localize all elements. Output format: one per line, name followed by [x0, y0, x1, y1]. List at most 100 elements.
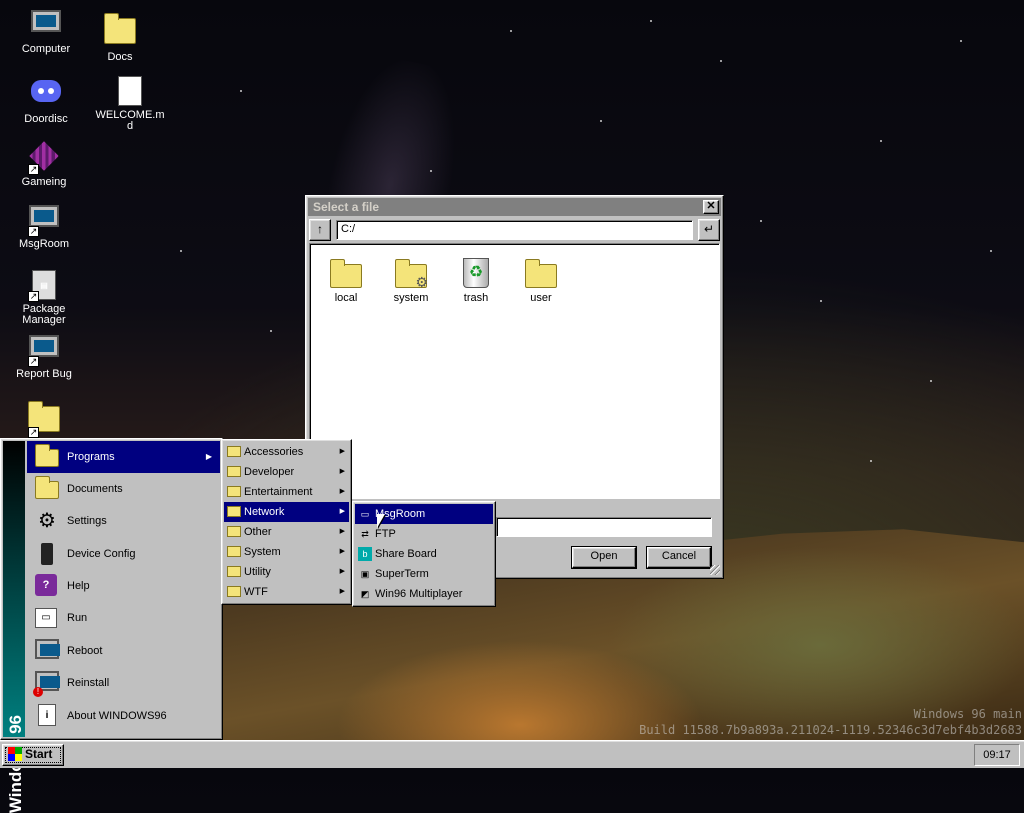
submenu-arrow-icon: ▶ — [339, 568, 345, 575]
start-item-settings[interactable]: ⚙ Settings — [27, 505, 220, 537]
package-manager-icon: ▤ ↗ — [28, 270, 60, 302]
go-button[interactable]: ↵ — [698, 219, 720, 241]
programs-item-label: Accessories — [244, 446, 304, 458]
start-item-label: Reinstall — [67, 677, 110, 689]
start-item-programs[interactable]: Programs ▶ — [27, 441, 220, 473]
programs-item-label: Other — [244, 526, 272, 538]
programs-item-network[interactable]: Network ▶ — [224, 502, 349, 522]
desktop-icon-package-manager[interactable]: ▤ ↗ Package Manager — [8, 270, 80, 326]
file-item-label: user — [530, 292, 552, 304]
start-item-run[interactable]: ▭ Run — [27, 602, 220, 634]
build-watermark: Windows 96 main Build 11588.7b9a893a.211… — [639, 706, 1022, 738]
folder-icon — [227, 486, 241, 497]
network-item-label: FTP — [375, 528, 396, 540]
computer-icon — [30, 10, 62, 42]
multiplayer-icon: ◩ — [360, 589, 370, 599]
folder-icon — [104, 13, 136, 50]
file-item-trash[interactable]: ♻ trash — [446, 256, 506, 304]
programs-submenu: Accessories ▶ Developer ▶ Entertainment ▶ N… — [221, 439, 352, 605]
start-item-help[interactable]: ? Help — [27, 570, 220, 602]
network-item-superterm[interactable]: ▣ SuperTerm — [355, 564, 493, 584]
cancel-button[interactable]: Cancel — [646, 546, 712, 569]
start-item-device-config[interactable]: Device Config — [27, 538, 220, 570]
folder-icon — [227, 506, 241, 517]
programs-item-label: Network — [244, 506, 285, 518]
start-item-reinstall[interactable]: ! Reinstall — [27, 667, 220, 699]
desktop-icon-welcome[interactable]: M↓ WELCOME.md — [94, 76, 166, 132]
close-button[interactable]: ✕ — [703, 200, 719, 214]
start-item-about[interactable]: i About WINDOWS96 — [27, 700, 220, 732]
windows-logo-icon — [8, 747, 22, 761]
desktop-icon-network-folder[interactable]: ↗ — [8, 400, 80, 440]
desktop-icon-gameing[interactable]: ↗ Gameing — [8, 140, 80, 188]
reboot-icon — [35, 639, 60, 663]
start-item-label: About WINDOWS96 — [67, 710, 167, 722]
folder-icon — [227, 546, 241, 557]
network-item-multiplayer[interactable]: ◩ Win96 Multiplayer — [355, 584, 493, 604]
desktop-icon-label: Computer — [21, 43, 71, 55]
desktop-icon-label: Package Manager — [22, 303, 66, 326]
programs-item-entertainment[interactable]: Entertainment ▶ — [224, 482, 349, 502]
dialog-titlebar[interactable]: Select a file ✕ — [308, 198, 721, 216]
programs-item-label: System — [244, 546, 281, 558]
file-item-system[interactable]: ⚙ system — [381, 256, 441, 304]
watermark-line-2: Build 11588.7b9a893a.211024-1119.52346c3… — [639, 723, 1022, 737]
start-item-label: Reboot — [67, 645, 103, 657]
folder-icon — [227, 446, 241, 457]
desktop-icon-label: Report Bug — [16, 368, 72, 380]
shortcut-arrow-icon: ↗ — [28, 427, 39, 438]
submenu-arrow-icon: ▶ — [205, 452, 212, 461]
desktop-icon-label: Docs — [107, 51, 133, 63]
submenu-arrow-icon: ▶ — [339, 508, 345, 515]
taskbar-clock[interactable]: 09:17 — [974, 744, 1020, 766]
folder-icon — [330, 259, 362, 288]
desktop-icon-doordisc[interactable]: Doordisc — [10, 75, 82, 125]
resize-grip[interactable] — [710, 565, 720, 575]
settings-icon: ⚙ — [38, 510, 56, 532]
programs-item-label: Utility — [244, 566, 271, 578]
run-icon: ▭ — [35, 606, 59, 630]
filename-input[interactable] — [496, 517, 712, 537]
path-input[interactable]: C:/ — [336, 220, 693, 240]
file-item-local[interactable]: local — [316, 256, 376, 304]
network-item-label: Win96 Multiplayer — [375, 588, 463, 600]
start-menu-banner-text-wrap: Windows 96 — [3, 615, 25, 813]
desktop-icon-docs[interactable]: Docs — [84, 12, 156, 63]
programs-item-accessories[interactable]: Accessories ▶ — [224, 442, 349, 462]
programs-item-other[interactable]: Other ▶ — [224, 522, 349, 542]
submenu-arrow-icon: ▶ — [339, 488, 345, 495]
start-item-reboot[interactable]: Reboot — [27, 635, 220, 667]
network-item-msgroom[interactable]: ▭ MsgRoom — [355, 504, 493, 524]
mouse-cursor-icon — [377, 514, 385, 528]
share-board-icon: b — [358, 547, 372, 561]
open-button[interactable]: Open — [571, 546, 637, 569]
desktop-icon-report-bug[interactable]: ↗ Report Bug — [8, 335, 80, 380]
start-button[interactable]: Start — [2, 744, 64, 766]
file-item-label: system — [393, 292, 429, 304]
discord-icon — [30, 80, 62, 112]
enter-arrow-icon: ↵ — [703, 222, 715, 236]
start-item-documents[interactable]: Documents — [27, 473, 220, 505]
submenu-arrow-icon: ▶ — [339, 468, 345, 475]
network-item-ftp[interactable]: ⇄ FTP — [355, 524, 493, 544]
watermark-line-1: Windows 96 main — [913, 707, 1022, 721]
msgroom-icon: ↗ — [28, 205, 60, 237]
start-item-label: Settings — [67, 515, 107, 527]
network-item-share-board[interactable]: b Share Board — [355, 544, 493, 564]
folder-icon — [227, 586, 241, 597]
desktop-icon-label: Gameing — [21, 176, 67, 188]
file-item-user[interactable]: user — [511, 256, 571, 304]
device-config-icon — [35, 542, 59, 566]
gear-icon: ⚙ — [415, 274, 428, 290]
programs-item-system[interactable]: System ▶ — [224, 542, 349, 562]
programs-item-label: WTF — [244, 586, 268, 598]
start-item-label: Programs — [67, 451, 115, 463]
programs-item-wtf[interactable]: WTF ▶ — [224, 582, 349, 602]
programs-item-utility[interactable]: Utility ▶ — [224, 562, 349, 582]
programs-item-developer[interactable]: Developer ▶ — [224, 462, 349, 482]
parent-folder-button[interactable]: ↑ — [309, 219, 331, 241]
about-icon: i — [35, 704, 59, 728]
desktop-icon-msgroom[interactable]: ↗ MsgRoom — [8, 205, 80, 250]
shortcut-arrow-icon: ↗ — [28, 356, 39, 367]
desktop-icon-computer[interactable]: Computer — [10, 10, 82, 55]
